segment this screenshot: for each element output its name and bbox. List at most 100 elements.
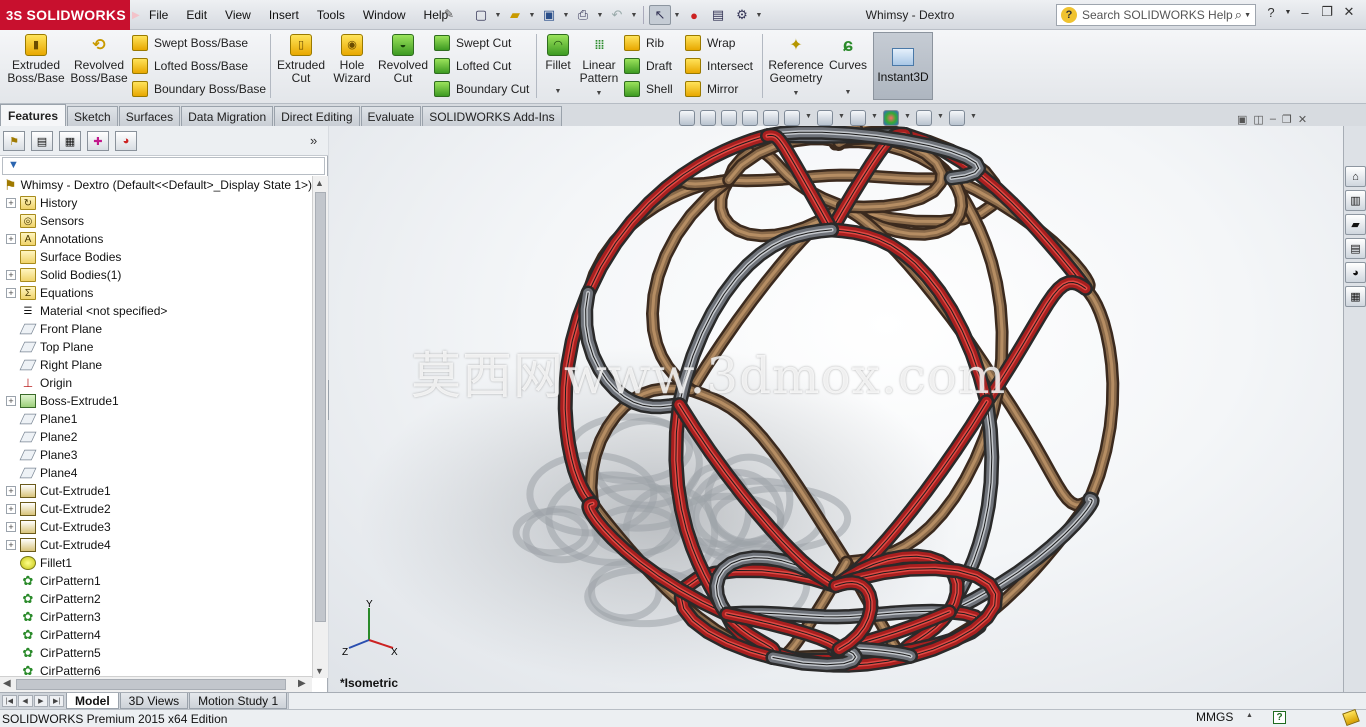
menu-insert[interactable]: Insert <box>260 8 308 22</box>
quick-tips-icon[interactable]: ? <box>1273 711 1286 724</box>
zoom-to-area-icon[interactable] <box>700 110 716 126</box>
hole-wizard-button[interactable]: ◉ Hole Wizard <box>330 34 374 85</box>
tree-item[interactable]: ✿ CirPattern1 <box>0 572 312 590</box>
curves-button[interactable]: ɕ Curves ▼ <box>828 34 868 99</box>
swept-boss-button[interactable]: Swept Boss/Base <box>132 33 248 53</box>
unit-system-selector[interactable]: MMGS <box>1196 710 1233 724</box>
tree-item[interactable]: Right Plane <box>0 356 312 374</box>
open-dropdown-icon[interactable]: ▼ <box>528 12 536 19</box>
tab-motion-study-1[interactable]: Motion Study 1 <box>189 693 287 709</box>
tree-item[interactable]: ✿ CirPattern6 <box>0 662 312 676</box>
tree-item[interactable]: + Cut-Extrude3 <box>0 518 312 536</box>
extruded-boss-button[interactable]: ▮ Extruded Boss/Base <box>8 34 64 85</box>
search-icon[interactable]: ⌕ <box>1235 7 1242 23</box>
tree-item[interactable]: + Cut-Extrude1 <box>0 482 312 500</box>
prev-tab-icon[interactable]: ◀ <box>18 695 33 707</box>
view-orientation-icon[interactable] <box>784 110 800 126</box>
first-tab-icon[interactable]: |◀ <box>2 695 17 707</box>
shell-button[interactable]: Shell <box>624 79 673 99</box>
viewport-close-icon[interactable]: ✕ <box>1298 113 1307 126</box>
tab-data-migration[interactable]: Data Migration <box>181 106 273 126</box>
tab-solidworks-add-ins[interactable]: SOLIDWORKS Add-Ins <box>422 106 561 126</box>
print-dropdown-icon[interactable]: ▼ <box>596 12 604 19</box>
tree-item[interactable]: + Σ Equations <box>0 284 312 302</box>
linear-pattern-dropdown-icon[interactable]: ▼ <box>596 87 603 100</box>
tree-item[interactable]: ✿ CirPattern3 <box>0 608 312 626</box>
tree-item[interactable]: + ↻ History <box>0 194 312 212</box>
tree-item[interactable]: Plane2 <box>0 428 312 446</box>
appearances-scenes-icon[interactable]: ◕ <box>1345 262 1366 283</box>
property-manager-tab-icon[interactable]: ▤ <box>31 131 53 151</box>
expand-toggle-icon[interactable]: + <box>6 540 16 550</box>
pin-menu-icon[interactable]: ✎ <box>444 7 454 21</box>
intersect-button[interactable]: Intersect <box>685 56 753 76</box>
undo-icon[interactable]: ↶ <box>606 5 628 25</box>
view-palette-icon[interactable]: ▤ <box>1345 238 1366 259</box>
options-dropdown-icon[interactable]: ▼ <box>755 12 763 19</box>
scroll-down-icon[interactable]: ▼ <box>315 666 324 676</box>
tab-model[interactable]: Model <box>66 693 119 709</box>
tab-evaluate[interactable]: Evaluate <box>361 106 422 126</box>
minimize-icon[interactable]: – <box>1296 5 1314 20</box>
scene-dropdown-icon[interactable]: ▼ <box>937 113 944 123</box>
vertical-scroll-thumb[interactable] <box>315 192 326 622</box>
hide-show-items-icon[interactable] <box>850 110 866 126</box>
menu-edit[interactable]: Edit <box>177 8 216 22</box>
lofted-cut-button[interactable]: Lofted Cut <box>434 56 511 76</box>
tree-item[interactable]: ⊥ Origin <box>0 374 312 392</box>
feature-manager-tab-icon[interactable]: ⚑ <box>3 131 25 151</box>
tree-item[interactable]: ✿ CirPattern4 <box>0 626 312 644</box>
tree-item[interactable]: + A Annotations <box>0 230 312 248</box>
viewport-minimize-icon[interactable]: – <box>1270 113 1276 126</box>
new-dropdown-icon[interactable]: ▼ <box>494 12 502 19</box>
lofted-boss-button[interactable]: Lofted Boss/Base <box>132 56 248 76</box>
menu-file[interactable]: File <box>140 8 177 22</box>
viewport-tile-icon[interactable]: ▣ <box>1237 113 1247 126</box>
tree-item[interactable]: + Cut-Extrude4 <box>0 536 312 554</box>
search-dropdown-icon[interactable]: ▼ <box>1244 12 1251 19</box>
menu-tools[interactable]: Tools <box>308 8 354 22</box>
horizontal-scroll-thumb[interactable] <box>16 679 286 690</box>
expand-toggle-icon[interactable]: + <box>6 504 16 514</box>
zoom-to-fit-icon[interactable] <box>679 110 695 126</box>
tree-item[interactable]: Top Plane <box>0 338 312 356</box>
tree-filter-input[interactable]: ▼ <box>2 157 325 175</box>
previous-view-icon[interactable] <box>721 110 737 126</box>
reference-geometry-dropdown-icon[interactable]: ▼ <box>793 87 800 100</box>
scroll-left-icon[interactable]: ◀ <box>3 678 11 689</box>
tree-item[interactable]: + Cut-Extrude2 <box>0 500 312 518</box>
boundary-cut-button[interactable]: Boundary Cut <box>434 79 529 99</box>
hide-show-dropdown-icon[interactable]: ▼ <box>871 113 878 123</box>
tree-item[interactable]: Fillet1 <box>0 554 312 572</box>
display-manager-tab-icon[interactable]: ◕ <box>115 131 137 151</box>
tree-vertical-scrollbar[interactable]: ▲ ▼ <box>312 176 328 678</box>
options-icon[interactable]: ⚙ <box>731 5 753 25</box>
extruded-cut-button[interactable]: ▯ Extruded Cut <box>276 34 326 85</box>
expand-panel-icon[interactable]: » <box>310 133 317 148</box>
linear-pattern-button[interactable]: ⁞⁞⁞ Linear Pattern ▼ <box>578 34 620 100</box>
display-style-icon[interactable] <box>817 110 833 126</box>
menu-window[interactable]: Window <box>354 8 415 22</box>
tree-horizontal-scrollbar[interactable]: ◀ ▶ <box>0 676 312 692</box>
tree-item[interactable]: ✿ CirPattern2 <box>0 590 312 608</box>
help-icon[interactable]: ? <box>1262 5 1280 20</box>
revolved-cut-button[interactable]: ◒ Revolved Cut <box>378 34 428 85</box>
close-icon[interactable]: ✕ <box>1340 4 1358 20</box>
scroll-up-icon[interactable]: ▲ <box>315 178 324 188</box>
design-library-icon[interactable]: ▥ <box>1345 190 1366 211</box>
dimxpert-manager-tab-icon[interactable]: ✚ <box>87 131 109 151</box>
tab-3d-views[interactable]: 3D Views <box>120 693 188 709</box>
reference-geometry-button[interactable]: ✦ Reference Geometry ▼ <box>766 34 826 100</box>
menu-view[interactable]: View <box>216 8 260 22</box>
file-properties-icon[interactable]: ▤ <box>707 5 729 25</box>
expand-toggle-icon[interactable]: + <box>6 270 16 280</box>
next-tab-icon[interactable]: ▶ <box>34 695 49 707</box>
viewport-restore-icon[interactable]: ❐ <box>1282 113 1292 126</box>
file-explorer-icon[interactable]: ▰ <box>1345 214 1366 235</box>
section-view-icon[interactable] <box>742 110 758 126</box>
select-arrow-icon[interactable]: ↖ <box>649 5 671 25</box>
undo-dropdown-icon[interactable]: ▼ <box>630 12 638 19</box>
last-tab-icon[interactable]: ▶| <box>49 695 64 707</box>
instant3d-button[interactable]: Instant3D <box>873 32 933 100</box>
viewport-split-icon[interactable]: ◫ <box>1253 113 1263 126</box>
